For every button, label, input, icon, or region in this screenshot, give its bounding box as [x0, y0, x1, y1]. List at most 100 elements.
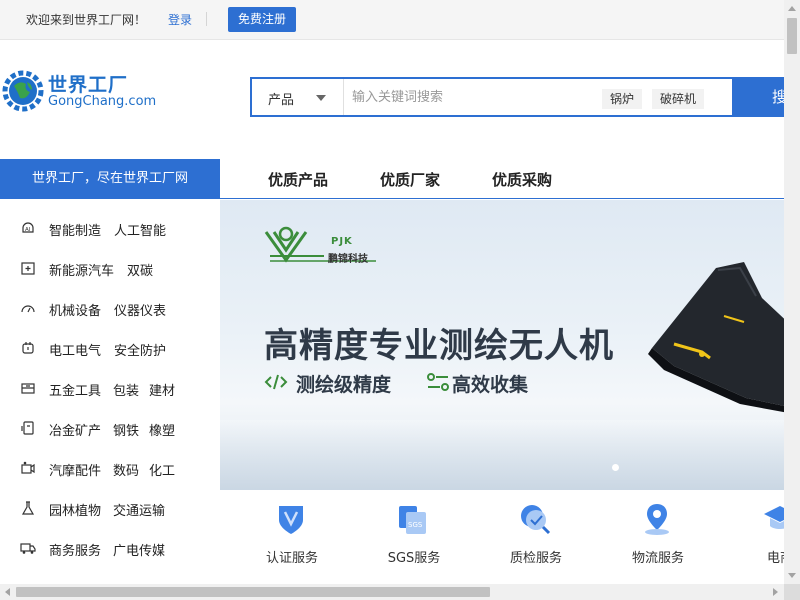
scrollbar-corner — [784, 584, 800, 600]
hot-keyword-2[interactable]: 破碎机 — [652, 89, 705, 109]
category-link[interactable]: 新能源汽车 — [49, 260, 114, 279]
carousel-dot[interactable] — [612, 464, 619, 471]
ai-chip-icon: AI — [22, 222, 34, 233]
service-item[interactable]: 电商 — [720, 490, 784, 584]
logo-name-en: GongChang.com — [48, 94, 157, 109]
svg-text:SGS: SGS — [408, 521, 423, 529]
gauge-icon — [21, 305, 35, 313]
category-row: 机械设备 仪器仪表 — [0, 288, 220, 328]
service-label: 物流服务 — [631, 551, 684, 566]
vertical-scrollbar[interactable] — [784, 0, 800, 584]
scroll-up-arrow-icon[interactable] — [788, 6, 796, 11]
nav-quality-factories[interactable]: 优质厂家 — [380, 169, 440, 190]
search-button[interactable]: 搜 — [732, 77, 784, 117]
category-link[interactable]: 人工智能 — [114, 220, 166, 239]
category-link[interactable]: 数码 — [113, 460, 139, 479]
horizontal-scroll-thumb[interactable] — [16, 587, 490, 597]
category-link[interactable]: 电工电气 — [49, 340, 101, 359]
divider — [206, 12, 207, 26]
service-item[interactable]: 质检服务 — [476, 490, 586, 584]
top-bar: 欢迎来到世界工厂网！ 登录 免费注册 — [0, 0, 784, 40]
category-link[interactable]: 五金工具 — [49, 380, 101, 399]
banner-headline: 高精度专业测绘无人机 — [264, 326, 614, 366]
svg-text:AI: AI — [25, 227, 31, 233]
flask-icon — [21, 501, 35, 515]
category-row: 园林植物 交通运输 — [0, 488, 220, 528]
category-link[interactable]: 安全防护 — [114, 340, 166, 359]
mine-cart-icon — [21, 421, 34, 435]
car-parts-icon — [21, 461, 35, 474]
brand-name-en: PJK — [331, 236, 353, 247]
login-link[interactable]: 登录 — [168, 11, 192, 28]
category-link[interactable]: 智能制造 — [49, 220, 101, 239]
caret-down-icon — [316, 95, 326, 101]
service-strip: 认证服务 SGS SGS服务 质检服务 物流服务 电商 — [232, 490, 784, 584]
map-pin-icon — [645, 504, 669, 535]
code-icon — [264, 374, 288, 390]
category-row: 商务服务 广电传媒 — [0, 528, 220, 568]
banner-floor — [220, 420, 784, 490]
category-link[interactable]: 建材 — [149, 380, 175, 399]
search-category-select[interactable]: 产品 — [252, 79, 344, 115]
category-link[interactable]: 园林植物 — [49, 500, 101, 519]
brand-name-cn: 鹏锦科技 — [328, 254, 368, 265]
category-row: AI 智能制造 人工智能 — [0, 208, 220, 248]
magnifier-check-icon — [521, 505, 551, 535]
nav-underline — [220, 198, 784, 199]
service-label: 质检服务 — [509, 551, 562, 566]
banner-feature-2: 高效收集 — [452, 374, 529, 396]
promo-banner[interactable]: PJK 鹏锦科技 高精度专业测绘无人机 测绘级精度 高效收集 — [220, 200, 784, 490]
scroll-left-arrow-icon[interactable] — [5, 588, 10, 596]
page: 欢迎来到世界工厂网！ 登录 免费注册 世界工厂 GongChang.com 产品… — [0, 0, 784, 584]
category-link[interactable]: 双碳 — [127, 260, 153, 279]
drone-image — [648, 262, 784, 413]
shield-v-icon — [279, 506, 303, 534]
search-category-label: 产品 — [268, 93, 295, 108]
category-link[interactable]: 广电传媒 — [113, 540, 165, 559]
category-row: 五金工具 包装 建材 — [0, 368, 220, 408]
service-label: 电商 — [766, 551, 784, 566]
hot-keyword-1[interactable]: 锅炉 — [602, 89, 643, 109]
nav-quality-products[interactable]: 优质产品 — [268, 169, 328, 190]
category-link[interactable]: 仪器仪表 — [114, 300, 166, 319]
graduation-cap-icon — [764, 506, 784, 529]
nav-quality-purchases[interactable]: 优质采购 — [492, 169, 552, 190]
category-link[interactable]: 汽摩配件 — [49, 460, 101, 479]
banner-feature-1: 测绘级精度 — [296, 374, 392, 396]
category-link[interactable]: 钢铁 — [113, 420, 139, 439]
category-list: AI 智能制造 人工智能 新能源汽车 双碳 机械设备 仪器仪表 电工电气 安全防… — [0, 199, 220, 584]
vertical-scroll-thumb[interactable] — [787, 18, 797, 54]
truck-icon — [20, 543, 36, 554]
category-link[interactable]: 机械设备 — [49, 300, 101, 319]
service-item[interactable]: SGS SGS服务 — [354, 490, 464, 584]
search-input[interactable] — [352, 85, 592, 109]
sliders-icon — [427, 373, 449, 391]
category-link[interactable]: 商务服务 — [49, 540, 101, 559]
battery-plus-icon — [21, 262, 35, 275]
service-label: SGS服务 — [387, 551, 441, 566]
category-row: 冶金矿产 钢铁 橡塑 — [0, 408, 220, 448]
service-item[interactable]: 物流服务 — [598, 490, 708, 584]
plug-icon — [22, 342, 34, 354]
category-row: 汽摩配件 数码 化工 — [0, 448, 220, 488]
category-link[interactable]: 化工 — [149, 460, 175, 479]
search-bar: 产品 锅炉 破碎机 搜 — [250, 77, 784, 117]
category-link[interactable]: 交通运输 — [113, 500, 165, 519]
register-button[interactable]: 免费注册 — [228, 7, 296, 32]
scroll-down-arrow-icon[interactable] — [788, 573, 796, 578]
category-row: 电工电气 安全防护 — [0, 328, 220, 368]
category-link[interactable]: 橡塑 — [149, 420, 175, 439]
gear-globe-icon — [2, 70, 44, 112]
site-logo[interactable]: 世界工厂 GongChang.com — [0, 66, 170, 116]
category-row: 新能源汽车 双碳 — [0, 248, 220, 288]
horizontal-scrollbar[interactable] — [0, 584, 784, 600]
logo-name-cn: 世界工厂 — [48, 74, 129, 96]
category-link[interactable]: 包装 — [113, 380, 139, 399]
category-link[interactable]: 冶金矿产 — [49, 420, 101, 439]
service-item[interactable]: 认证服务 — [232, 490, 342, 584]
service-label: 认证服务 — [265, 551, 318, 566]
category-menu-title: 世界工厂，尽在世界工厂网 — [0, 159, 220, 199]
scroll-right-arrow-icon[interactable] — [773, 588, 778, 596]
sgs-doc-icon: SGS — [399, 506, 426, 534]
welcome-text: 欢迎来到世界工厂网！ — [26, 13, 147, 27]
